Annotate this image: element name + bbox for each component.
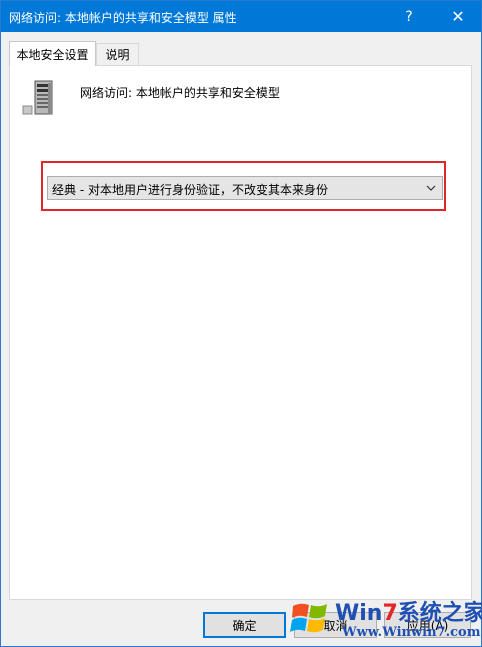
tab-label: 说明 (105, 48, 130, 62)
watermark-url: Www.Winwin7.com (342, 625, 481, 640)
brand-suffix: 系统之家 (397, 601, 482, 626)
close-button[interactable]: ✕ (435, 1, 481, 32)
ok-label: 确定 (232, 618, 257, 633)
help-icon: ? (405, 8, 413, 25)
ok-button[interactable]: 确定 (203, 612, 286, 638)
tab-local-security-setting[interactable]: 本地安全设置 (9, 41, 96, 66)
server-icon (22, 80, 53, 115)
dropdown-selected-value: 经典 - 对本地用户进行身份验证，不改变其本来身份 (52, 183, 328, 197)
help-button[interactable]: ? (386, 1, 432, 32)
tab-panel: 网络访问: 本地帐户的共享和安全模型 经典 - 对本地用户进行身份验证，不改变其… (9, 65, 472, 600)
window-title: 网络访问: 本地帐户的共享和安全模型 属性 (9, 11, 237, 25)
properties-dialog: 网络访问: 本地帐户的共享和安全模型 属性 ? ✕ 本地安全设置 说明 网络访问… (0, 0, 482, 647)
brand-seven: 7 (382, 601, 398, 626)
watermark-brand: Win7系统之家 (335, 595, 482, 627)
brand-prefix: Win (335, 601, 383, 626)
tab-label: 本地安全设置 (16, 47, 89, 62)
tab-explain[interactable]: 说明 (96, 43, 139, 65)
title-bar[interactable]: 网络访问: 本地帐户的共享和安全模型 属性 ? ✕ (1, 1, 481, 32)
chevron-down-icon (426, 185, 436, 191)
policy-title: 网络访问: 本地帐户的共享和安全模型 (80, 86, 280, 100)
watermark: Win7系统之家 Www.Winwin7.com (287, 592, 482, 647)
security-model-dropdown[interactable]: 经典 - 对本地用户进行身份验证，不改变其本来身份 (47, 176, 443, 200)
windows-logo-icon (290, 603, 327, 633)
close-icon: ✕ (451, 7, 465, 26)
